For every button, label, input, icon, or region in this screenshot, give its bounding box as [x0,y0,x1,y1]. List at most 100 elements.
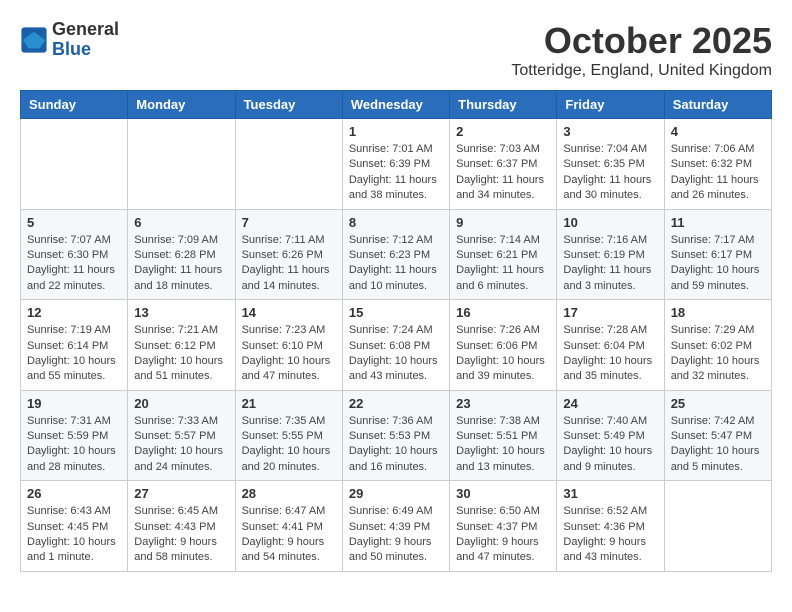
day-number: 16 [456,305,550,320]
location-title: Totteridge, England, United Kingdom [511,62,772,80]
weekday-header-wednesday: Wednesday [342,91,449,119]
day-number: 25 [671,396,765,411]
calendar-cell: 13Sunrise: 7:21 AMSunset: 6:12 PMDayligh… [128,300,235,391]
day-info: Sunrise: 7:33 AMSunset: 5:57 PMDaylight:… [134,414,228,476]
day-number: 20 [134,396,228,411]
day-info: Sunrise: 6:45 AMSunset: 4:43 PMDaylight:… [134,504,228,566]
weekday-header-friday: Friday [557,91,664,119]
calendar-cell: 5Sunrise: 7:07 AMSunset: 6:30 PMDaylight… [21,209,128,300]
calendar-cell: 4 Sunrise: 7:06 AMSunset: 6:32 PMDaylight… [664,119,771,210]
weekday-header-tuesday: Tuesday [235,91,342,119]
logo-general: General [52,20,119,40]
day-info: Sunrise: 7:36 AMSunset: 5:53 PMDaylight:… [349,414,443,476]
calendar-cell: 17 Sunrise: 7:28 AMSunset: 6:04 PMDayligh… [557,300,664,391]
calendar-cell: 20 Sunrise: 7:33 AMSunset: 5:57 PMDayligh… [128,390,235,481]
weekday-header-monday: Monday [128,91,235,119]
calendar-cell [21,119,128,210]
day-info: Sunrise: 6:50 AMSunset: 4:37 PMDaylight:… [456,504,550,566]
day-info: Sunrise: 7:17 AMSunset: 6:17 PMDaylight:… [671,233,765,295]
day-info: Sunrise: 7:26 AMSunset: 6:06 PMDaylight:… [456,323,550,385]
day-number: 31 [563,486,657,501]
day-info: Sunrise: 7:23 AMSunset: 6:10 PMDaylight:… [242,323,336,385]
calendar-cell: 8 Sunrise: 7:12 AMSunset: 6:23 PMDaylight… [342,209,449,300]
day-info: Sunrise: 7:28 AMSunset: 6:04 PMDaylight:… [563,323,657,385]
day-number: 27 [134,486,228,501]
calendar-cell: 16 Sunrise: 7:26 AMSunset: 6:06 PMDayligh… [450,300,557,391]
calendar: SundayMondayTuesdayWednesdayThursdayFrid… [20,90,772,572]
day-number: 8 [349,215,443,230]
day-info: Sunrise: 6:47 AMSunset: 4:41 PMDaylight:… [242,504,336,566]
day-info: Sunrise: 7:09 AMSunset: 6:28 PMDaylight:… [134,233,228,295]
day-number: 17 [563,305,657,320]
day-number: 22 [349,396,443,411]
day-number: 26 [27,486,121,501]
day-number: 2 [456,124,550,139]
calendar-cell [128,119,235,210]
day-number: 28 [242,486,336,501]
calendar-week-1: 1 Sunrise: 7:01 AMSunset: 6:39 PMDaylight… [21,119,772,210]
day-info: Sunrise: 7:21 AMSunset: 6:12 PMDaylight:… [134,323,228,385]
day-number: 15 [349,305,443,320]
calendar-cell: 27 Sunrise: 6:45 AMSunset: 4:43 PMDayligh… [128,481,235,572]
day-number: 12 [27,305,121,320]
calendar-cell: 7Sunrise: 7:11 AMSunset: 6:26 PMDaylight… [235,209,342,300]
weekday-header-row: SundayMondayTuesdayWednesdayThursdayFrid… [21,91,772,119]
calendar-cell: 30 Sunrise: 6:50 AMSunset: 4:37 PMDayligh… [450,481,557,572]
logo-blue: Blue [52,40,119,60]
calendar-cell: 19Sunrise: 7:31 AMSunset: 5:59 PMDayligh… [21,390,128,481]
calendar-cell: 11 Sunrise: 7:17 AMSunset: 6:17 PMDayligh… [664,209,771,300]
calendar-cell: 31 Sunrise: 6:52 AMSunset: 4:36 PMDayligh… [557,481,664,572]
day-info: Sunrise: 6:52 AMSunset: 4:36 PMDaylight:… [563,504,657,566]
day-number: 24 [563,396,657,411]
day-number: 6 [134,215,228,230]
day-number: 7 [242,215,336,230]
calendar-cell: 15 Sunrise: 7:24 AMSunset: 6:08 PMDayligh… [342,300,449,391]
day-info: Sunrise: 7:12 AMSunset: 6:23 PMDaylight:… [349,233,443,295]
day-number: 3 [563,124,657,139]
day-info: Sunrise: 7:16 AMSunset: 6:19 PMDaylight:… [563,233,657,295]
calendar-week-4: 19Sunrise: 7:31 AMSunset: 5:59 PMDayligh… [21,390,772,481]
day-info: Sunrise: 6:49 AMSunset: 4:39 PMDaylight:… [349,504,443,566]
logo: General Blue [20,20,119,60]
weekday-header-thursday: Thursday [450,91,557,119]
day-info: Sunrise: 7:42 AMSunset: 5:47 PMDaylight:… [671,414,765,476]
weekday-header-sunday: Sunday [21,91,128,119]
day-number: 14 [242,305,336,320]
calendar-cell: 2 Sunrise: 7:03 AMSunset: 6:37 PMDaylight… [450,119,557,210]
day-info: Sunrise: 7:38 AMSunset: 5:51 PMDaylight:… [456,414,550,476]
calendar-cell [664,481,771,572]
day-info: Sunrise: 7:24 AMSunset: 6:08 PMDaylight:… [349,323,443,385]
day-number: 5 [27,215,121,230]
calendar-cell: 9Sunrise: 7:14 AMSunset: 6:21 PMDaylight… [450,209,557,300]
day-info: Sunrise: 7:03 AMSunset: 6:37 PMDaylight:… [456,142,550,204]
day-info: Sunrise: 6:43 AMSunset: 4:45 PMDaylight:… [27,504,121,566]
day-info: Sunrise: 7:35 AMSunset: 5:55 PMDaylight:… [242,414,336,476]
calendar-cell: 23 Sunrise: 7:38 AMSunset: 5:51 PMDayligh… [450,390,557,481]
calendar-week-3: 12 Sunrise: 7:19 AMSunset: 6:14 PMDayligh… [21,300,772,391]
logo-text: General Blue [52,20,119,60]
day-info: Sunrise: 7:29 AMSunset: 6:02 PMDaylight:… [671,323,765,385]
calendar-cell: 14 Sunrise: 7:23 AMSunset: 6:10 PMDayligh… [235,300,342,391]
calendar-cell: 21Sunrise: 7:35 AMSunset: 5:55 PMDayligh… [235,390,342,481]
day-info: Sunrise: 7:06 AMSunset: 6:32 PMDaylight:… [671,142,765,204]
day-info: Sunrise: 7:04 AMSunset: 6:35 PMDaylight:… [563,142,657,204]
day-number: 18 [671,305,765,320]
calendar-cell: 1 Sunrise: 7:01 AMSunset: 6:39 PMDaylight… [342,119,449,210]
weekday-header-saturday: Saturday [664,91,771,119]
day-info: Sunrise: 7:01 AMSunset: 6:39 PMDaylight:… [349,142,443,204]
month-title: October 2025 [511,20,772,62]
header: General Blue October 2025 Totteridge, En… [20,20,772,80]
calendar-cell [235,119,342,210]
logo-icon [20,26,48,54]
day-number: 1 [349,124,443,139]
day-number: 10 [563,215,657,230]
calendar-week-5: 26 Sunrise: 6:43 AMSunset: 4:45 PMDayligh… [21,481,772,572]
day-number: 4 [671,124,765,139]
day-number: 23 [456,396,550,411]
calendar-week-2: 5Sunrise: 7:07 AMSunset: 6:30 PMDaylight… [21,209,772,300]
day-number: 30 [456,486,550,501]
calendar-cell: 26 Sunrise: 6:43 AMSunset: 4:45 PMDayligh… [21,481,128,572]
day-number: 11 [671,215,765,230]
calendar-cell: 3 Sunrise: 7:04 AMSunset: 6:35 PMDaylight… [557,119,664,210]
day-info: Sunrise: 7:19 AMSunset: 6:14 PMDaylight:… [27,323,121,385]
